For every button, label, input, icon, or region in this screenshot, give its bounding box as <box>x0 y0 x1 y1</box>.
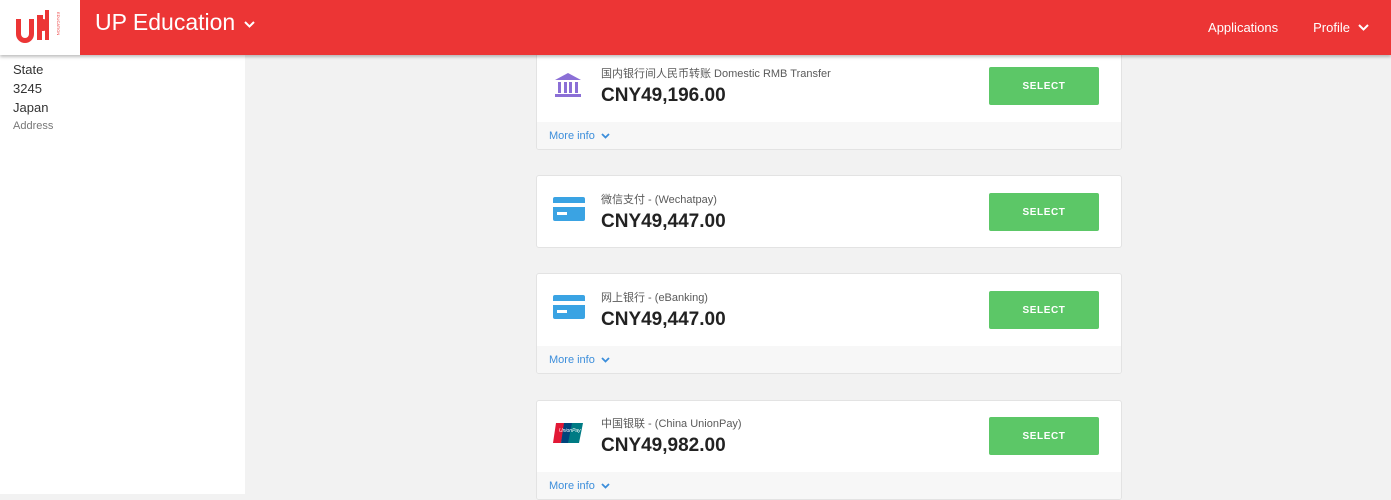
more-info-toggle[interactable]: More info <box>537 472 1121 499</box>
more-info-toggle[interactable]: More info <box>537 346 1121 373</box>
card-icon <box>553 197 585 221</box>
nav-profile-label: Profile <box>1313 20 1350 35</box>
payment-method-name: 微信支付 - (Wechatpay) <box>601 194 717 206</box>
payment-price: CNY49,447.00 <box>601 211 726 232</box>
payment-method-name: 国内银行间人民币转账 Domestic RMB Transfer <box>601 68 831 80</box>
brand-dropdown[interactable]: UP Education <box>95 9 255 36</box>
address-block: State 3245 Japan Address <box>13 60 53 136</box>
select-button[interactable]: SELECT <box>989 417 1099 455</box>
select-button[interactable]: SELECT <box>989 67 1099 105</box>
more-info-label: More info <box>549 480 595 492</box>
bank-icon <box>555 73 581 97</box>
nav-profile[interactable]: Profile <box>1313 20 1369 35</box>
chevron-down-icon <box>1358 24 1369 31</box>
svg-text:UnionPay: UnionPay <box>559 428 581 434</box>
top-navbar: EDUCATION UP Education Applications Prof… <box>0 0 1391 55</box>
unionpay-icon: UnionPay <box>553 423 583 443</box>
up-education-logo-icon: EDUCATION <box>16 10 61 43</box>
more-info-toggle[interactable]: More info <box>537 122 1121 149</box>
logo-subtext: EDUCATION <box>56 12 61 35</box>
card-icon <box>553 295 585 319</box>
chevron-down-icon <box>601 133 610 139</box>
logo[interactable]: EDUCATION <box>0 0 80 55</box>
more-info-label: More info <box>549 354 595 366</box>
payment-option-card: UnionPay 中国银联 - (China UnionPay) CNY49,9… <box>536 400 1122 500</box>
address-line: Japan <box>13 100 49 115</box>
payment-method-name: 网上银行 - (eBanking) <box>601 292 708 304</box>
payment-option-card: 网上银行 - (eBanking) CNY49,447.00 SELECT Mo… <box>536 273 1122 374</box>
nav-applications[interactable]: Applications <box>1208 20 1278 35</box>
address-label: Address <box>13 120 54 132</box>
more-info-label: More info <box>549 130 595 142</box>
select-button[interactable]: SELECT <box>989 193 1099 231</box>
chevron-down-icon <box>601 357 610 363</box>
payment-price: CNY49,982.00 <box>601 435 726 456</box>
payment-price: CNY49,447.00 <box>601 309 726 330</box>
brand-title: UP Education <box>95 9 236 35</box>
chevron-down-icon <box>244 20 255 28</box>
address-line: 3245 <box>13 81 42 96</box>
chevron-down-icon <box>601 483 610 489</box>
payment-price: CNY49,196.00 <box>601 85 726 106</box>
address-line: State <box>13 62 44 77</box>
select-button[interactable]: SELECT <box>989 291 1099 329</box>
payment-method-name: 中国银联 - (China UnionPay) <box>601 418 742 430</box>
payment-option-card: 微信支付 - (Wechatpay) CNY49,447.00 SELECT <box>536 175 1122 248</box>
payment-option-card: 国内银行间人民币转账 Domestic RMB Transfer CNY49,1… <box>536 48 1122 150</box>
